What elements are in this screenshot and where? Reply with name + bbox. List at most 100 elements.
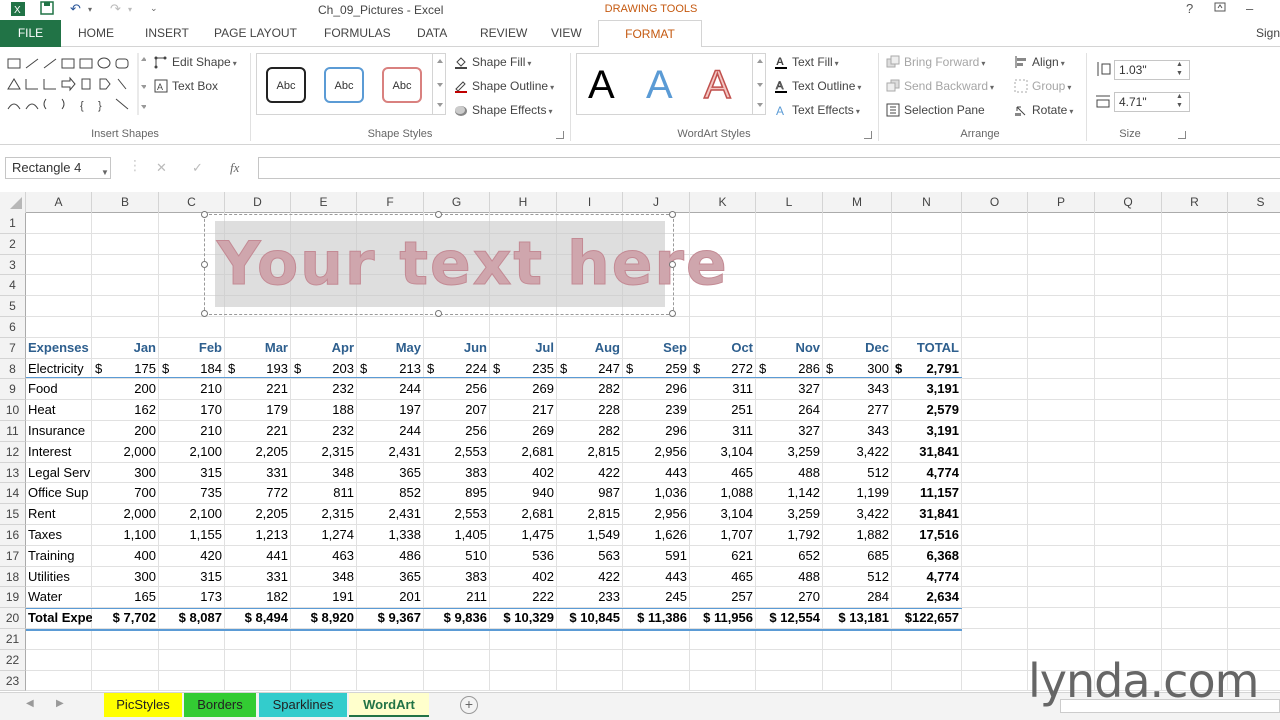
group-button[interactable]: Group ▾ <box>1014 79 1071 93</box>
column-header[interactable]: E <box>291 192 357 213</box>
column-header[interactable]: F <box>357 192 424 213</box>
cell[interactable]: 232 <box>291 421 357 441</box>
cell[interactable]: 1,338 <box>357 525 424 545</box>
cell[interactable]: 443 <box>623 463 690 483</box>
cell[interactable]: 3,104 <box>690 442 756 462</box>
cell[interactable]: 488 <box>756 463 823 483</box>
column-header[interactable]: D <box>225 192 291 213</box>
resize-handle-top-right[interactable] <box>669 211 676 218</box>
cell[interactable]: 2,000 <box>92 442 159 462</box>
cell[interactable]: Nov <box>756 338 823 358</box>
cell[interactable]: 207 <box>424 400 490 420</box>
cell[interactable]: 987 <box>557 483 623 503</box>
cell[interactable]: 4,774 <box>892 567 962 587</box>
row-header[interactable]: 5 <box>0 296 26 317</box>
wordart-text[interactable]: Your text here <box>217 229 729 300</box>
cell[interactable]: 343 <box>823 421 892 441</box>
cell[interactable]: 1,142 <box>756 483 823 503</box>
wordart-styles-scroll[interactable] <box>752 53 766 115</box>
cell[interactable]: 188 <box>291 400 357 420</box>
cell[interactable]: Oct <box>690 338 756 358</box>
cell[interactable]: 327 <box>756 379 823 399</box>
row-header[interactable]: 19 <box>0 587 26 609</box>
cell[interactable]: 211 <box>424 587 490 607</box>
shape-styles-launcher-icon[interactable] <box>556 131 564 139</box>
cell[interactable]: 251 <box>690 400 756 420</box>
cell[interactable]: 1,100 <box>92 525 159 545</box>
cell[interactable]: 315 <box>159 463 225 483</box>
cell[interactable]: Dec <box>823 338 892 358</box>
cell[interactable]: 270 <box>756 587 823 607</box>
cell[interactable]: 182 <box>225 587 291 607</box>
cell[interactable]: 772 <box>225 483 291 503</box>
column-header[interactable]: L <box>756 192 823 213</box>
column-header[interactable]: Q <box>1095 192 1162 213</box>
cell[interactable]: 700 <box>92 483 159 503</box>
sheet-tab[interactable]: PicStyles <box>104 693 182 717</box>
cell[interactable]: 512 <box>823 567 892 587</box>
cell[interactable]: 2,000 <box>92 504 159 524</box>
cell[interactable]: 3,191 <box>892 379 962 399</box>
row-header[interactable]: 2 <box>0 233 26 255</box>
cell[interactable]: 300 <box>92 567 159 587</box>
cell[interactable]: 331 <box>225 567 291 587</box>
cell[interactable]: 233 <box>557 587 623 607</box>
sheet-tab[interactable]: WordArt <box>349 693 429 717</box>
cell[interactable]: 2,681 <box>490 504 557 524</box>
row-header[interactable]: 13 <box>0 462 26 484</box>
row-header[interactable]: 16 <box>0 525 26 546</box>
cell[interactable]: 282 <box>557 379 623 399</box>
cell[interactable]: $ 12,554 <box>756 608 823 628</box>
row-header[interactable]: 14 <box>0 483 26 505</box>
cell[interactable]: Expenses <box>26 338 92 358</box>
cell[interactable]: 1,707 <box>690 525 756 545</box>
enter-icon[interactable]: ✓ <box>192 160 203 176</box>
cell[interactable]: Apr <box>291 338 357 358</box>
cell[interactable]: 4,774 <box>892 463 962 483</box>
cell[interactable]: 510 <box>424 546 490 566</box>
cell[interactable]: Interest <box>26 442 92 462</box>
row-header[interactable]: 8 <box>0 358 26 380</box>
cell[interactable]: 11,157 <box>892 483 962 503</box>
column-header[interactable]: H <box>490 192 557 213</box>
cell[interactable]: 296 <box>623 379 690 399</box>
cell[interactable]: 1,155 <box>159 525 225 545</box>
cell[interactable]: Office Sup <box>26 483 92 503</box>
cell[interactable]: 365 <box>357 567 424 587</box>
cell[interactable]: Jul <box>490 338 557 358</box>
cell[interactable]: 315 <box>159 567 225 587</box>
cell[interactable]: 563 <box>557 546 623 566</box>
cell[interactable]: 221 <box>225 421 291 441</box>
cell[interactable]: Sep <box>623 338 690 358</box>
resize-handle-bottom[interactable] <box>435 310 442 317</box>
cell[interactable]: Rent <box>26 504 92 524</box>
wordart-styles-launcher-icon[interactable] <box>864 131 872 139</box>
cell[interactable]: 3,259 <box>756 442 823 462</box>
size-launcher-icon[interactable] <box>1178 131 1186 139</box>
cell[interactable]: 2,956 <box>623 442 690 462</box>
cell[interactable]: 2,956 <box>623 504 690 524</box>
cell[interactable]: 239 <box>623 400 690 420</box>
column-header[interactable]: I <box>557 192 623 213</box>
cell[interactable]: 2,205 <box>225 442 291 462</box>
cell[interactable]: 2,553 <box>424 504 490 524</box>
chevron-down-icon[interactable]: ▼ <box>101 163 109 183</box>
cell[interactable]: 179 <box>225 400 291 420</box>
save-icon[interactable] <box>40 1 54 17</box>
cell[interactable]: 222 <box>490 587 557 607</box>
wordart-preset-black[interactable]: A <box>588 63 615 108</box>
column-header[interactable]: R <box>1162 192 1228 213</box>
cell[interactable]: 162 <box>92 400 159 420</box>
resize-handle-bottom-right[interactable] <box>669 310 676 317</box>
cell[interactable]: 221 <box>225 379 291 399</box>
cell[interactable]: Legal Serv <box>26 463 92 483</box>
cell[interactable]: $122,657 <box>892 608 962 628</box>
cell[interactable]: 31,841 <box>892 442 962 462</box>
text-box-button[interactable]: A Text Box <box>154 79 218 93</box>
cell[interactable]: $ 9,367 <box>357 608 424 628</box>
sign-in-link[interactable]: Sign <box>1256 26 1280 40</box>
cell[interactable]: Mar <box>225 338 291 358</box>
row-header[interactable]: 7 <box>0 337 26 359</box>
cell[interactable]: 256 <box>424 421 490 441</box>
add-sheet-icon[interactable]: + <box>460 696 478 714</box>
